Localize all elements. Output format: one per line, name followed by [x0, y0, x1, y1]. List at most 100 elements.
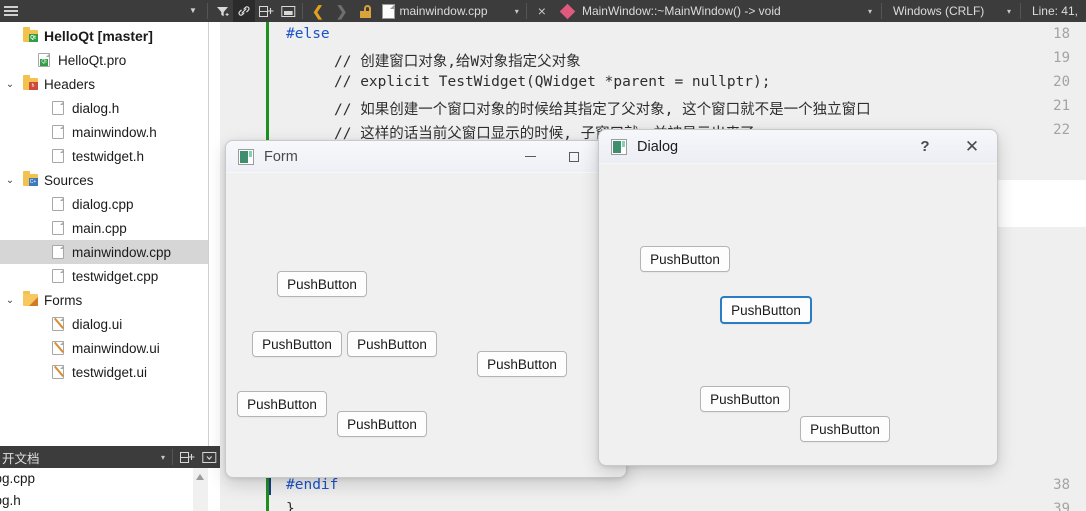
- code-line: // 创建窗口对象,给W对象指定父对象: [334, 54, 581, 70]
- scroll-up-arrow-icon[interactable]: [196, 474, 204, 480]
- dialog-push-button[interactable]: PushButton: [720, 296, 812, 324]
- chevron-down-icon[interactable]: ▼: [182, 0, 204, 22]
- form-push-button[interactable]: PushButton: [347, 331, 437, 357]
- tree-item-sources[interactable]: ⌄ C+ Sources: [0, 168, 220, 192]
- form-minimize-button[interactable]: [508, 141, 552, 173]
- file-ui-icon: [48, 341, 68, 355]
- form-push-button[interactable]: PushButton: [277, 271, 367, 297]
- folder-h-icon: h: [20, 75, 40, 90]
- tree-item-testwidget-ui[interactable]: testwidget.ui: [0, 360, 220, 384]
- line-ending-caret-icon[interactable]: ▾: [1003, 7, 1015, 16]
- tree-item-label: Headers: [44, 76, 96, 92]
- folder-qt-icon: Qt: [20, 27, 40, 42]
- dialog-titlebar[interactable]: Dialog ? ✕: [599, 130, 997, 164]
- file-tab-combo[interactable]: mainwindow.cpp ▾ ×: [378, 0, 556, 22]
- project-tree[interactable]: Qt HelloQt [master] Qt HelloQt.pro ⌄ h Headers…: [0, 22, 220, 384]
- tree-item-mainwindow-h[interactable]: mainwindow.h: [0, 120, 220, 144]
- form-push-button[interactable]: PushButton: [337, 411, 427, 437]
- tree-item-label: mainwindow.cpp: [72, 244, 172, 260]
- line-number: 21: [1053, 98, 1070, 114]
- dialog-window-title: Dialog: [637, 138, 679, 155]
- link-icon[interactable]: [233, 0, 255, 22]
- window-icon[interactable]: [277, 0, 299, 22]
- split-add-icon-panel[interactable]: [176, 446, 198, 468]
- open-documents-list[interactable]: alog.cppalog.h: [0, 468, 220, 511]
- cursor-position[interactable]: Line: 41,: [1024, 0, 1086, 22]
- file-icon: [48, 101, 68, 115]
- tree-item-mainwindow-cpp[interactable]: mainwindow.cpp: [0, 240, 220, 264]
- form-titlebar[interactable]: Form ✕: [226, 141, 626, 173]
- tree-item-dialog-cpp[interactable]: dialog.cpp: [0, 192, 220, 216]
- panel-divider: [208, 22, 209, 446]
- line-ending-combo[interactable]: Windows (CRLF) ▾: [885, 0, 1017, 22]
- text-caret: [269, 477, 271, 495]
- project-tree-panel[interactable]: Qt HelloQt [master] Qt HelloQt.pro ⌄ h Headers…: [0, 22, 220, 446]
- filter-icon[interactable]: [211, 0, 233, 22]
- unlock-icon[interactable]: [360, 4, 372, 18]
- cursor-position-label: Line: 41,: [1031, 4, 1078, 18]
- chevron-down-icon[interactable]: ⌄: [0, 175, 20, 186]
- tree-item-helloqt-master-[interactable]: Qt HelloQt [master]: [0, 24, 220, 48]
- tree-item-dialog-ui[interactable]: dialog.ui: [0, 312, 220, 336]
- code-line: }: [286, 501, 295, 511]
- symbol-caret-icon[interactable]: ▾: [864, 7, 876, 16]
- chevron-down-icon[interactable]: ⌄: [0, 79, 20, 90]
- file-icon: [48, 221, 68, 235]
- file-icon: [48, 245, 68, 259]
- tree-item-label: mainwindow.ui: [72, 340, 160, 356]
- dialog-push-button[interactable]: PushButton: [800, 416, 890, 442]
- tree-item-mainwindow-ui[interactable]: mainwindow.ui: [0, 336, 220, 360]
- open-document-item[interactable]: alog.h: [0, 490, 220, 511]
- form-push-button[interactable]: PushButton: [237, 391, 327, 417]
- dialog-canvas[interactable]: PushButton PushButton PushButton PushButton: [599, 164, 997, 465]
- tree-item-label: testwidget.cpp: [72, 268, 159, 284]
- menu-icon[interactable]: [0, 0, 22, 22]
- folder-ui-icon: [20, 291, 40, 306]
- tree-item-helloqt-pro[interactable]: Qt HelloQt.pro: [0, 48, 220, 72]
- form-window[interactable]: Form ✕ PushButtonPushButtonPushButtonPus…: [225, 140, 627, 478]
- open-document-item[interactable]: alog.cpp: [0, 468, 220, 490]
- split-add-icon[interactable]: [255, 0, 277, 22]
- qt-widget-icon-dialog: [611, 138, 627, 155]
- dialog-push-button[interactable]: PushButton: [700, 386, 790, 412]
- app-window: ▼ ❮ ❯ mainwindow.cpp ▾ × MainWindow::~Ma…: [0, 0, 1086, 511]
- file-icon: [48, 149, 68, 163]
- tree-item-label: HelloQt.pro: [58, 52, 127, 68]
- code-line: #endif: [286, 477, 339, 493]
- chevron-down-icon[interactable]: ⌄: [0, 295, 20, 306]
- tree-item-label: mainwindow.h: [72, 124, 157, 140]
- tree-item-label: HelloQt [master]: [44, 28, 153, 44]
- tree-item-label: dialog.cpp: [72, 196, 134, 212]
- open-documents-scrollbar[interactable]: [193, 468, 208, 511]
- tree-item-dialog-h[interactable]: dialog.h: [0, 96, 220, 120]
- file-tab-close-icon[interactable]: ×: [530, 3, 554, 19]
- form-maximize-button[interactable]: [552, 141, 596, 173]
- tree-item-testwidget-h[interactable]: testwidget.h: [0, 144, 220, 168]
- project-tree-scrollbar[interactable]: [209, 22, 220, 446]
- dialog-close-button[interactable]: ✕: [947, 131, 997, 163]
- form-push-button[interactable]: PushButton: [477, 351, 567, 377]
- file-tab-label: mainwindow.cpp: [399, 4, 488, 18]
- modified-line-marker: [266, 22, 269, 152]
- tree-item-label: Sources: [44, 172, 94, 188]
- form-canvas[interactable]: PushButton PushButton PushButton PushButton…: [226, 173, 626, 477]
- symbol-combo[interactable]: MainWindow::~MainWindow() -> void ▾: [556, 0, 878, 22]
- dialog-window[interactable]: Dialog ? ✕ PushButton PushButton PushButto…: [598, 129, 998, 466]
- tree-item-testwidget-cpp[interactable]: testwidget.cpp: [0, 264, 220, 288]
- tree-item-forms[interactable]: ⌄ Forms: [0, 288, 220, 312]
- form-push-button[interactable]: PushButton: [252, 331, 342, 357]
- top-toolbar: ▼ ❮ ❯ mainwindow.cpp ▾ × MainWindow::~Ma…: [0, 0, 1086, 22]
- open-documents-caret-icon[interactable]: ▾: [157, 453, 169, 462]
- dialog-help-button[interactable]: ?: [903, 131, 947, 163]
- navigate-back-icon[interactable]: ❮: [306, 3, 330, 20]
- panel-close-icon[interactable]: [198, 446, 220, 468]
- file-ui-icon: [48, 317, 68, 331]
- tree-item-label: testwidget.ui: [72, 364, 148, 380]
- file-tab-caret-icon[interactable]: ▾: [511, 7, 523, 16]
- code-line: // 如果创建一个窗口对象的时候给其指定了父对象, 这个窗口就不是一个独立窗口: [334, 102, 871, 118]
- tree-item-headers[interactable]: ⌄ h Headers: [0, 72, 220, 96]
- open-documents-header: 开文档 ▾: [0, 446, 220, 468]
- dialog-push-button[interactable]: PushButton: [640, 246, 730, 272]
- navigate-forward-icon[interactable]: ❯: [330, 3, 354, 20]
- tree-item-main-cpp[interactable]: main.cpp: [0, 216, 220, 240]
